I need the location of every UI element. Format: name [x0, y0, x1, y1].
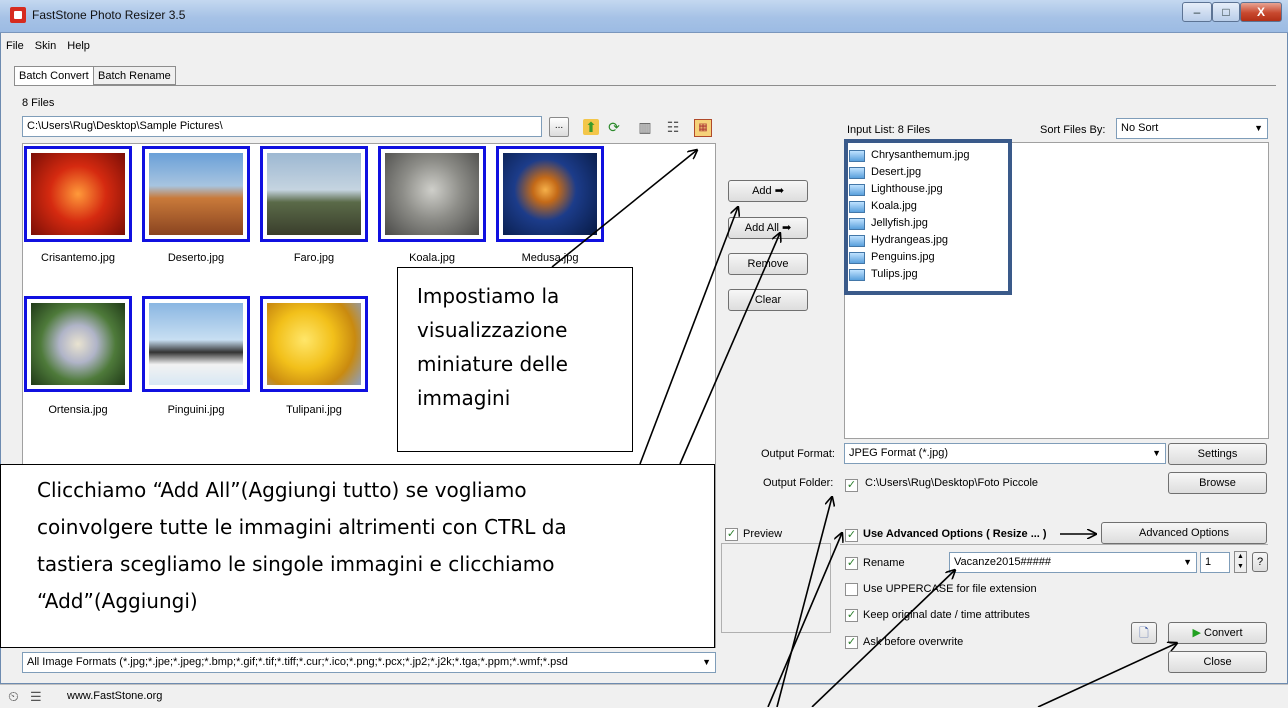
menu-bar: File Skin Help: [6, 40, 98, 52]
input-list-label: Input List: 8 Files: [847, 124, 931, 136]
advanced-options-checkbox[interactable]: ✓: [845, 529, 858, 542]
file-filter-value: All Image Formats (*.jpg;*.jpe;*.jpeg;*.…: [27, 656, 568, 668]
thumbnail-caption: Koala.jpg: [409, 252, 455, 264]
thumbnail-faro[interactable]: [260, 146, 368, 242]
sort-select[interactable]: No Sort ▼: [1116, 118, 1268, 139]
up-folder-icon[interactable]: ⬆: [583, 119, 599, 135]
uppercase-label: Use UPPERCASE for file extension: [863, 583, 1037, 595]
thumbnail-tulipani[interactable]: [260, 296, 368, 392]
chevron-down-icon: ▼: [702, 657, 711, 667]
rename-pattern-value: Vacanze2015#####: [954, 556, 1052, 568]
add-all-button[interactable]: Add All ➡: [728, 217, 808, 239]
thumbnail-caption: Pinguini.jpg: [167, 404, 225, 416]
tab-batch-rename[interactable]: Batch Rename: [93, 66, 176, 85]
thumbnail-caption: Tulipani.jpg: [286, 404, 342, 416]
path-input[interactable]: C:\Users\Rug\Desktop\Sample Pictures\: [22, 116, 542, 137]
view-thumbnails-icon[interactable]: ▦: [694, 119, 712, 137]
settings-button[interactable]: Settings: [1168, 443, 1267, 465]
preview-doc-icon[interactable]: 🗋: [1131, 622, 1157, 644]
browse-folder-button[interactable]: ...: [549, 117, 569, 137]
play-icon: ▶: [1192, 627, 1201, 639]
menu-file[interactable]: File: [6, 40, 24, 52]
remove-button[interactable]: Remove: [728, 253, 808, 275]
rename-pattern-input[interactable]: Vacanze2015##### ▼: [949, 552, 1197, 573]
thumbnail-caption: Faro.jpg: [293, 252, 335, 264]
title-bar[interactable]: FastStone Photo Resizer 3.5: [0, 0, 1288, 33]
thumbnail-caption: Crisantemo.jpg: [41, 252, 115, 264]
window-title: FastStone Photo Resizer 3.5: [32, 8, 186, 22]
thumbnail-pinguini[interactable]: [142, 296, 250, 392]
file-filter-select[interactable]: All Image Formats (*.jpg;*.jpe;*.jpeg;*.…: [22, 652, 716, 673]
faststone-logo-icon: ⏲: [8, 688, 19, 704]
chevron-down-icon: ▼: [1254, 123, 1263, 133]
spin-button[interactable]: ▲ ▼: [1234, 551, 1247, 573]
rename-label: Rename: [863, 557, 905, 569]
tab-batch-convert[interactable]: Batch Convert: [14, 66, 94, 86]
chevron-down-icon: ▼: [1183, 557, 1192, 567]
status-bar: ⏲ ☰ www.FastStone.org: [0, 684, 1288, 708]
list-highlight-frame: [844, 139, 1012, 295]
preview-label: Preview: [743, 528, 783, 540]
advanced-options-label: Use Advanced Options ( Resize ... ): [863, 528, 1047, 540]
ask-overwrite-checkbox[interactable]: ✓: [845, 636, 858, 649]
output-folder-path[interactable]: C:\Users\Rug\Desktop\Foto Piccole: [865, 477, 1038, 489]
chevron-down-icon: ▼: [1152, 448, 1161, 458]
output-folder-checkbox[interactable]: ✓: [845, 479, 858, 492]
thumbnail-crisantemo[interactable]: [24, 146, 132, 242]
status-url[interactable]: www.FastStone.org: [67, 690, 162, 702]
output-format-select[interactable]: JPEG Format (*.jpg) ▼: [844, 443, 1166, 464]
thumbnail-deserto[interactable]: [142, 146, 250, 242]
menu-skin[interactable]: Skin: [35, 40, 56, 52]
browse-button[interactable]: Browse: [1168, 472, 1267, 494]
output-format-label: Output Format:: [761, 448, 835, 460]
thumbnail-ortensia[interactable]: [24, 296, 132, 392]
rename-checkbox[interactable]: ✓: [845, 557, 858, 570]
files-count: 8 Files: [22, 97, 55, 109]
thumbnail-caption: Medusa.jpg: [521, 252, 579, 264]
options-divider: [840, 544, 1268, 545]
thumbnail-caption: Ortensia.jpg: [48, 404, 108, 416]
menu-lines-icon: ☰: [30, 689, 42, 704]
thumbnail-caption: Deserto.jpg: [167, 252, 225, 264]
callout-thumbnails: Impostiamo la visualizzazione miniature …: [397, 267, 633, 452]
help-button[interactable]: ?: [1252, 552, 1268, 572]
output-format-value: JPEG Format (*.jpg): [849, 447, 949, 459]
maximize-button[interactable]: □: [1212, 2, 1240, 22]
refresh-icon[interactable]: ⟳: [606, 119, 622, 135]
sort-label: Sort Files By:: [1040, 124, 1106, 136]
sort-value: No Sort: [1121, 122, 1159, 134]
uppercase-checkbox[interactable]: [845, 583, 858, 596]
rename-start-number[interactable]: 1: [1200, 552, 1230, 573]
advanced-options-button[interactable]: Advanced Options: [1101, 522, 1267, 544]
callout-add-all: Clicchiamo “Add All”(Aggiungi tutto) se …: [0, 464, 715, 648]
close-window-button[interactable]: X: [1240, 2, 1282, 22]
convert-label: Convert: [1204, 627, 1243, 639]
minimize-button[interactable]: –: [1182, 2, 1212, 22]
view-list-icon[interactable]: ▥: [637, 119, 653, 135]
clear-button[interactable]: Clear: [728, 289, 808, 311]
close-button[interactable]: Close: [1168, 651, 1267, 673]
ask-overwrite-label: Ask before overwrite: [863, 636, 964, 648]
thumbnail-koala[interactable]: [378, 146, 486, 242]
app-icon: [10, 7, 26, 23]
preview-checkbox[interactable]: ✓: [725, 528, 738, 541]
thumbnail-medusa[interactable]: [496, 146, 604, 242]
tab-divider: [14, 85, 1276, 86]
convert-button[interactable]: ▶ Convert: [1168, 622, 1267, 644]
menu-help[interactable]: Help: [67, 40, 90, 52]
view-details-icon[interactable]: ☷: [665, 119, 681, 135]
add-button[interactable]: Add ➡: [728, 180, 808, 202]
output-folder-label: Output Folder:: [763, 477, 834, 489]
keep-date-label: Keep original date / time attributes: [863, 609, 1030, 621]
preview-pane: [721, 543, 831, 633]
keep-date-checkbox[interactable]: ✓: [845, 609, 858, 622]
